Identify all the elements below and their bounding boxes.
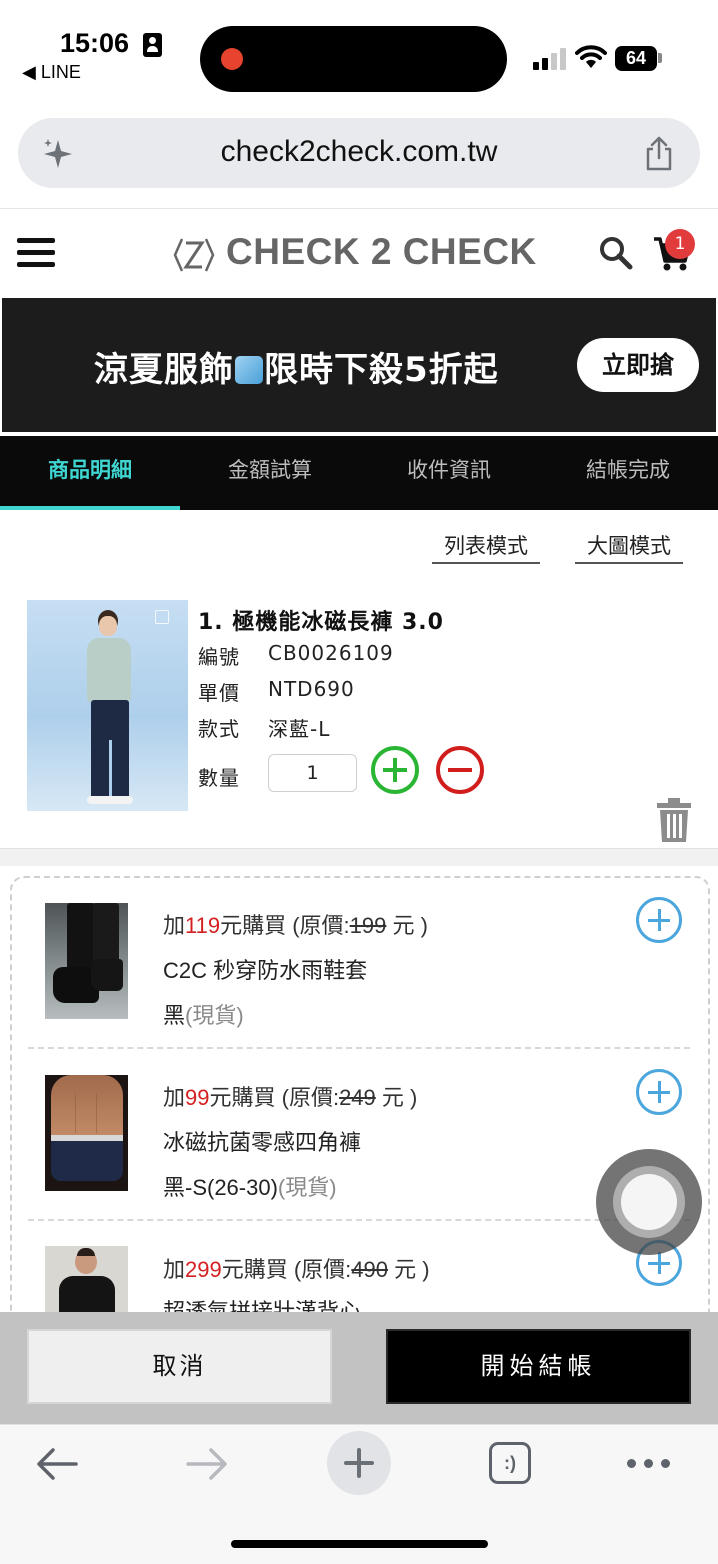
logo-mark-icon[interactable] [172, 235, 216, 275]
addon-divider [28, 1047, 690, 1049]
forward-arrow-icon[interactable] [186, 1447, 228, 1481]
brand-logo-icon [155, 610, 169, 624]
banner-text-part1: 涼夏服飾 [94, 350, 234, 390]
section-divider [0, 848, 718, 866]
addon-offer-price: 加119元購買 (原價:199 元 ) [163, 913, 428, 938]
promo-banner[interactable]: 涼夏服飾 限時下殺5折起 立即搶 [2, 298, 716, 432]
contact-card-icon [143, 33, 162, 57]
quantity-label: 數量 [198, 766, 240, 790]
addon-variant: 黑-S(26-30)(現貨) [163, 1175, 337, 1200]
product-title[interactable]: 1. 極機能冰磁長褲 3.0 [198, 604, 444, 636]
address-bar[interactable]: check2check.com.tw [18, 118, 700, 188]
dynamic-island [200, 26, 507, 92]
addon-name[interactable]: 冰磁抗菌零感四角褲 [163, 1125, 361, 1157]
addon-divider [28, 1219, 690, 1221]
cart-count-badge: 1 [665, 229, 695, 259]
product-image[interactable] [27, 600, 188, 811]
addon-price: 299 [185, 1257, 222, 1282]
step-product-details[interactable]: 商品明細 [0, 436, 180, 506]
code-label: 編號 [198, 645, 240, 669]
addon-variant: 黑(現貨) [163, 1003, 244, 1028]
step-recipient[interactable]: 收件資訊 [359, 436, 539, 506]
battery-icon: 64 [615, 46, 657, 71]
price-label: 單價 [198, 681, 240, 705]
stock-status: (現貨) [277, 1175, 337, 1200]
decrease-quantity-button[interactable] [436, 746, 484, 794]
step-complete[interactable]: 結帳完成 [538, 436, 718, 506]
step-amount[interactable]: 金額試算 [180, 436, 360, 506]
original-price: 490 [351, 1257, 389, 1282]
increase-quantity-button[interactable] [371, 746, 419, 794]
status-bar: 15:06 ◀ LINE 64 [0, 0, 718, 100]
home-indicator[interactable] [231, 1540, 488, 1548]
addon-name[interactable]: C2C 秒穿防水雨鞋套 [163, 953, 367, 985]
share-icon[interactable] [642, 136, 676, 172]
checkout-action-bar: 取消 開始結帳 [0, 1312, 718, 1424]
status-time: 15:06 [60, 28, 130, 58]
product-style: 深藍-L [268, 717, 331, 741]
addon-image-rain-boot-cover[interactable] [45, 903, 128, 1019]
large-image-mode-button[interactable]: 大圖模式 [575, 532, 683, 564]
wifi-icon [575, 45, 607, 68]
back-to-line-link[interactable]: ◀ LINE [22, 62, 81, 83]
cellular-signal-icon [533, 48, 567, 70]
style-label: 款式 [198, 717, 240, 741]
ice-cube-icon [235, 356, 263, 384]
tabs-button[interactable]: :) [489, 1442, 531, 1484]
active-step-indicator [0, 506, 180, 510]
addon-image-tank-top[interactable] [45, 1246, 128, 1312]
assistive-touch-button[interactable] [596, 1149, 702, 1255]
addon-offer-price: 加99元購買 (原價:249 元 ) [163, 1085, 418, 1110]
site-header: CHECK 2 CHECK 1 [0, 208, 718, 298]
addon-price: 119 [185, 913, 221, 938]
unit-price: NTD690 [268, 677, 355, 701]
banner-headline: 涼夏服飾 限時下殺5折起 [94, 342, 499, 391]
cancel-button[interactable]: 取消 [27, 1329, 332, 1404]
original-price: 249 [339, 1085, 376, 1110]
site-logo[interactable]: CHECK 2 CHECK [226, 231, 537, 273]
checkout-steps: 商品明細 金額試算 收件資訊 結帳完成 [0, 436, 718, 510]
stock-status: (現貨) [185, 1003, 244, 1028]
buy-now-button[interactable]: 立即搶 [577, 338, 699, 392]
trash-icon[interactable] [656, 798, 692, 842]
quantity-input[interactable]: 1 [268, 754, 357, 792]
search-icon[interactable] [598, 235, 634, 271]
recording-dot-icon [221, 48, 243, 70]
more-icon[interactable] [627, 1459, 671, 1469]
addon-image-boxer-briefs[interactable] [45, 1075, 128, 1191]
back-arrow-icon[interactable] [36, 1447, 78, 1481]
start-checkout-button[interactable]: 開始結帳 [386, 1329, 691, 1404]
addon-price: 99 [185, 1085, 210, 1110]
add-addon-button[interactable] [636, 1069, 682, 1115]
addon-offer-price: 加299元購買 (原價:490 元 ) [163, 1257, 430, 1282]
battery-tip [658, 53, 662, 63]
addon-name[interactable]: 超透氣拼接壯漢背心 [163, 1294, 361, 1312]
product-code: CB0026109 [268, 641, 394, 665]
url-text[interactable]: check2check.com.tw [18, 118, 700, 188]
list-mode-button[interactable]: 列表模式 [432, 532, 540, 564]
banner-text-part2: 限時下殺5折起 [264, 350, 499, 390]
new-tab-button[interactable] [327, 1431, 391, 1495]
add-addon-button[interactable] [636, 897, 682, 943]
menu-icon[interactable] [17, 236, 57, 268]
original-price: 199 [349, 913, 387, 938]
